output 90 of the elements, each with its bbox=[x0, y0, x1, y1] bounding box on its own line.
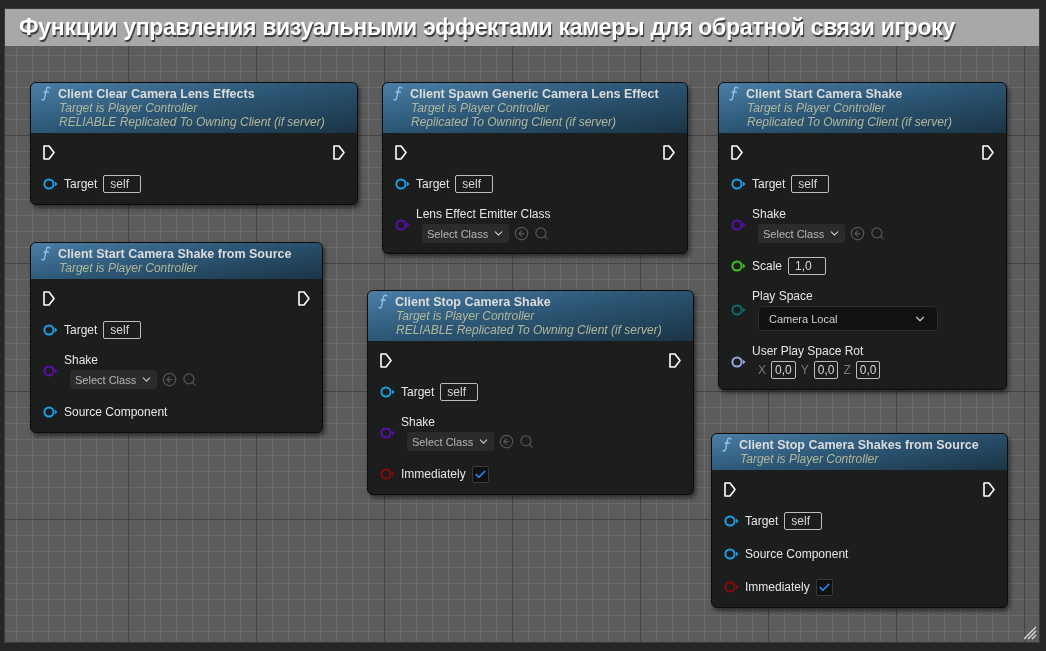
value-field[interactable]: self bbox=[440, 383, 479, 401]
function-icon bbox=[729, 86, 739, 101]
pin-icon[interactable] bbox=[731, 355, 746, 368]
exec-pin-icon[interactable] bbox=[380, 352, 392, 368]
pin-label: Source Component bbox=[745, 547, 849, 561]
pin-label: Target bbox=[745, 514, 779, 528]
value-field[interactable]: 0,0 bbox=[813, 361, 839, 379]
axis-label: Z bbox=[843, 363, 851, 377]
node-title: Client Spawn Generic Camera Lens Effect bbox=[410, 86, 659, 101]
pin-label: Immediately bbox=[745, 580, 810, 594]
node-title: Client Start Camera Shake from Source bbox=[58, 246, 292, 261]
pin-label: Lens Effect Emitter Class bbox=[416, 207, 551, 221]
value-field[interactable]: 1,0 bbox=[788, 257, 827, 275]
axis-label: X bbox=[758, 363, 766, 377]
exec-pin-icon[interactable] bbox=[731, 144, 743, 160]
pin-icon[interactable] bbox=[43, 178, 58, 190]
pin-icon[interactable] bbox=[395, 178, 410, 190]
pin-label: Target bbox=[64, 177, 98, 191]
exec-pin-icon[interactable] bbox=[724, 481, 736, 497]
node-subtitle: RELIABLE Replicated To Owning Client (if server) bbox=[395, 323, 663, 337]
value-field[interactable]: 0,0 bbox=[855, 361, 881, 379]
value-field[interactable]: self bbox=[103, 321, 142, 339]
node-subtitle: Target is Player Controller bbox=[58, 101, 199, 115]
exec-pin-icon[interactable] bbox=[395, 144, 407, 160]
function-node[interactable]: Client Spawn Generic Camera Lens Effect Target is Player Controller Replicated To Owning Client (if server) Target self Lens Effect Emitter Class Select Class bbox=[382, 82, 688, 254]
function-node[interactable]: Client Clear Camera Lens Effects Target is Player Controller RELIABLE Replicated To Owning Client (if server) Target self bbox=[30, 82, 358, 205]
axis-label: Y bbox=[800, 363, 809, 377]
function-icon bbox=[41, 246, 51, 261]
pin-label: Target bbox=[64, 323, 98, 337]
value-field[interactable]: self bbox=[103, 175, 142, 193]
class-select[interactable]: Select Class bbox=[422, 224, 510, 243]
checkbox[interactable] bbox=[815, 578, 833, 596]
function-icon bbox=[41, 86, 51, 101]
function-icon bbox=[722, 437, 732, 452]
value-field[interactable]: 0,0 bbox=[771, 361, 796, 379]
pin-label: Target bbox=[752, 177, 786, 191]
pin-label: Scale bbox=[752, 259, 783, 273]
exec-pin-icon[interactable] bbox=[298, 290, 310, 306]
check-icon bbox=[817, 580, 831, 594]
node-title: Client Stop Camera Shake bbox=[395, 294, 551, 309]
node-subtitle: Target is Player Controller bbox=[395, 309, 536, 323]
node-title: Client Clear Camera Lens Effects bbox=[58, 86, 255, 101]
node-subtitle: Target is Player Controller bbox=[410, 101, 551, 115]
check-icon bbox=[473, 467, 487, 481]
pin-label: Target bbox=[401, 385, 435, 399]
node-subtitle: Target is Player Controller bbox=[58, 261, 199, 275]
resize-grip-icon[interactable] bbox=[1023, 626, 1037, 640]
class-select[interactable]: Select Class bbox=[758, 224, 846, 243]
node-title: Client Start Camera Shake bbox=[746, 86, 903, 101]
value-field[interactable]: self bbox=[791, 175, 830, 193]
pin-icon[interactable] bbox=[731, 178, 746, 190]
exec-pin-icon[interactable] bbox=[43, 144, 55, 160]
node-subtitle: Replicated To Owning Client (if server) bbox=[746, 115, 953, 129]
node-subtitle: Replicated To Owning Client (if server) bbox=[410, 115, 617, 129]
node-subtitle: Target is Player Controller bbox=[739, 452, 880, 466]
pin-label: Shake bbox=[401, 415, 437, 429]
function-node[interactable]: Client Stop Camera Shakes from Source Target is Player Controller Target self Source Component Immediately bbox=[711, 433, 1008, 608]
exec-pin-icon[interactable] bbox=[983, 481, 995, 497]
exec-pin-icon[interactable] bbox=[669, 352, 681, 368]
node-subtitle: Target is Player Controller bbox=[746, 101, 887, 115]
function-node[interactable]: Client Start Camera Shake from Source Target is Player Controller Target self Shake Select Class Source Component bbox=[30, 242, 323, 433]
pin-icon[interactable] bbox=[724, 548, 739, 560]
pin-label: Source Component bbox=[64, 405, 168, 419]
pin-icon[interactable] bbox=[724, 515, 739, 527]
pin-icon[interactable] bbox=[43, 406, 58, 418]
checkbox[interactable] bbox=[471, 465, 489, 483]
exec-pin-icon[interactable] bbox=[43, 290, 55, 306]
value-field[interactable]: self bbox=[455, 175, 494, 193]
class-select[interactable]: Select Class bbox=[407, 432, 495, 451]
pin-label: Immediately bbox=[401, 467, 466, 481]
pin-label: Shake bbox=[64, 353, 100, 367]
pin-icon[interactable] bbox=[380, 386, 395, 398]
function-icon bbox=[393, 86, 403, 101]
class-select[interactable]: Select Class bbox=[70, 370, 158, 389]
pin-label: Play Space bbox=[752, 289, 814, 303]
function-icon bbox=[378, 294, 388, 309]
function-node[interactable]: Client Start Camera Shake Target is Player Controller Replicated To Owning Client (if server) Target self Shake Select Class Scale 1,0 Play Space Camera Local User Play Space Rot X 0,0 Y 0,0 Z 0,0 bbox=[718, 82, 1007, 390]
exec-pin-icon[interactable] bbox=[982, 144, 994, 160]
pin-label: Shake bbox=[752, 207, 788, 221]
pin-label: User Play Space Rot bbox=[752, 344, 865, 358]
node-subtitle: RELIABLE Replicated To Owning Client (if server) bbox=[58, 115, 326, 129]
pin-icon[interactable] bbox=[43, 324, 58, 336]
exec-pin-icon[interactable] bbox=[333, 144, 345, 160]
function-node[interactable]: Client Stop Camera Shake Target is Player Controller RELIABLE Replicated To Owning Client (if server) Target self Shake Select Class Immediately bbox=[367, 290, 694, 495]
pin-icon[interactable] bbox=[731, 260, 746, 272]
pin-label: Target bbox=[416, 177, 450, 191]
exec-pin-icon[interactable] bbox=[663, 144, 675, 160]
node-title: Client Stop Camera Shakes from Source bbox=[739, 437, 979, 452]
value-field[interactable]: self bbox=[784, 512, 823, 530]
dropdown[interactable]: Camera Local bbox=[758, 306, 938, 331]
